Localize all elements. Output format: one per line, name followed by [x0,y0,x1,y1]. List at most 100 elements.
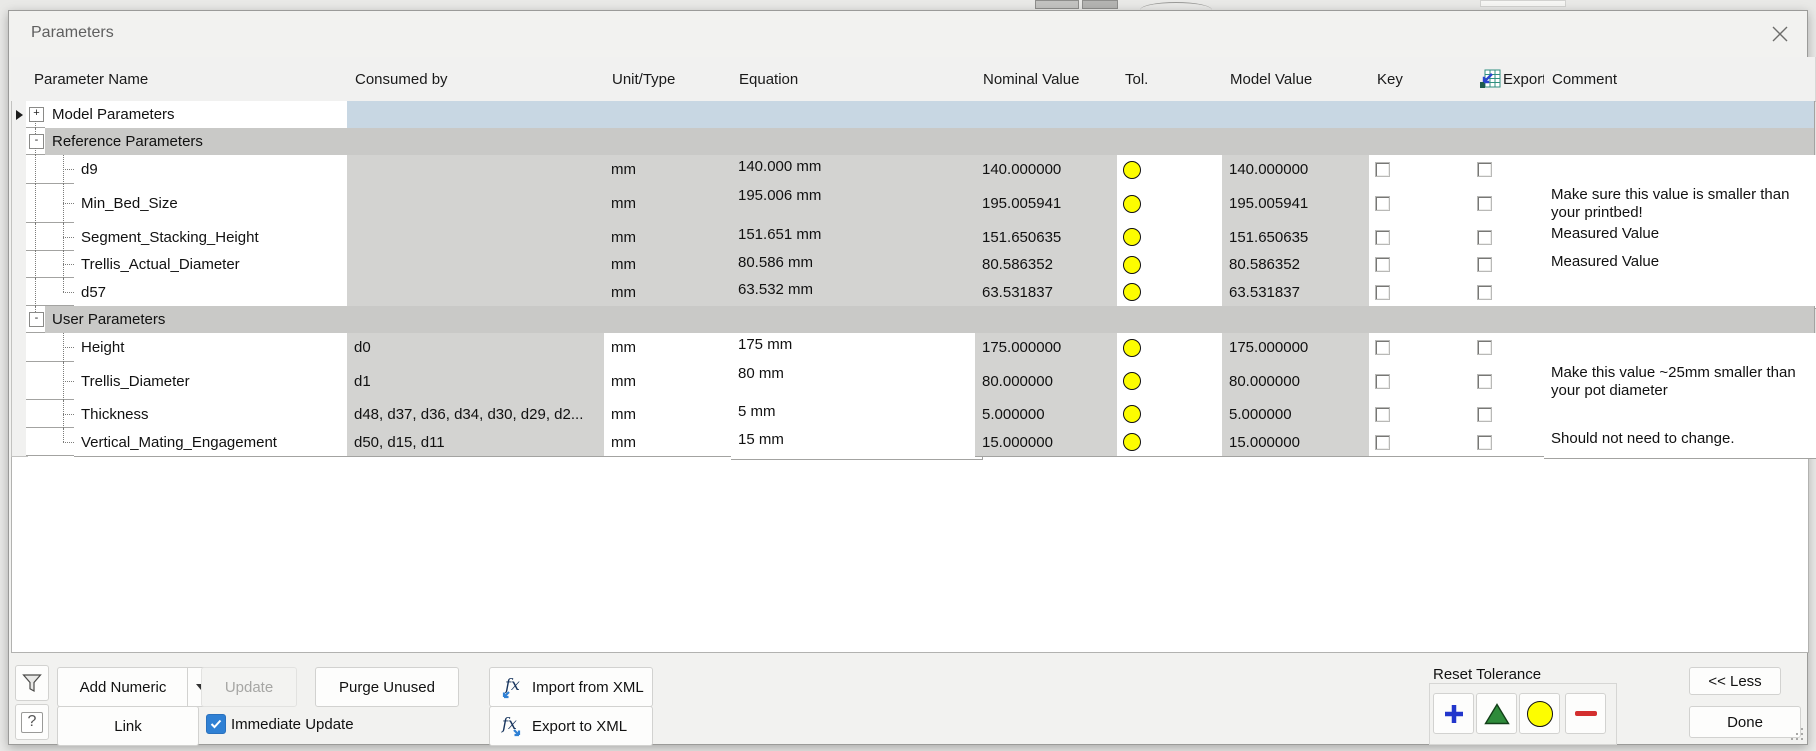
column-header-key[interactable]: Key [1369,57,1480,102]
unit-cell[interactable]: mm [604,362,739,401]
export-checkbox[interactable] [1477,196,1492,211]
key-cell[interactable] [1369,184,1479,224]
resize-grip[interactable] [1791,728,1803,740]
export-checkbox[interactable] [1477,162,1492,177]
key-cell[interactable] [1369,278,1479,307]
dialog-titlebar[interactable]: Parameters [9,11,1807,57]
key-checkbox[interactable] [1375,340,1390,355]
comment-cell[interactable] [1544,400,1816,431]
column-header-equation[interactable]: Equation [731,57,984,102]
add-numeric-button[interactable]: Add Numeric [57,667,215,707]
column-header-consumed[interactable]: Consumed by [347,57,613,102]
export-to-xml-button[interactable]: fx Export to XML [489,706,653,746]
tolerance-nominal-icon[interactable] [1123,339,1141,357]
export-checkbox[interactable] [1477,257,1492,272]
section-row-name[interactable]: User Parameters [45,306,355,334]
key-checkbox[interactable] [1375,162,1390,177]
column-header-tol[interactable]: Tol. [1117,57,1231,102]
import-from-xml-button[interactable]: fx Import from XML [489,667,653,707]
comment-cell[interactable]: Measured Value [1544,223,1816,254]
tol-cell[interactable] [1117,400,1230,429]
key-checkbox[interactable] [1375,374,1390,389]
comment-cell[interactable]: Make this value ~25mm smaller than your … [1544,362,1816,403]
tolerance-nominal-icon[interactable] [1123,372,1141,390]
export-cell[interactable] [1471,278,1552,307]
close-icon[interactable] [1767,21,1793,47]
tol-cell[interactable] [1117,223,1230,252]
parameter-name-cell[interactable]: Height [74,333,355,363]
parameter-name-cell[interactable]: Min_Bed_Size [74,184,355,224]
column-header-unit[interactable]: Unit/Type [604,57,740,102]
tolerance-nominal-icon[interactable] [1123,256,1141,274]
filter-button[interactable] [15,665,49,701]
export-cell[interactable] [1471,400,1552,429]
key-cell[interactable] [1369,400,1479,429]
export-cell[interactable] [1471,223,1552,252]
tol-cell[interactable] [1117,184,1230,224]
reset-tolerance-plus-button[interactable] [1433,693,1474,734]
section-row-name[interactable]: Reference Parameters [45,128,355,156]
comment-cell[interactable]: Should not need to change. [1544,428,1816,459]
export-cell[interactable] [1471,184,1552,224]
parameter-name-cell[interactable]: d57 [74,278,355,307]
key-checkbox[interactable] [1375,257,1390,272]
export-cell[interactable] [1471,155,1552,185]
export-cell[interactable] [1471,251,1552,279]
export-cell[interactable] [1471,362,1552,401]
less-button[interactable]: << Less [1689,667,1781,695]
export-cell[interactable] [1471,333,1552,363]
parameter-name-cell[interactable]: Vertical_Mating_Engagement [74,428,355,457]
tol-cell[interactable] [1117,362,1230,401]
export-checkbox[interactable] [1477,340,1492,355]
column-header-export[interactable]: Export [1471,57,1553,102]
comment-cell[interactable]: Make sure this value is smaller than you… [1544,184,1816,226]
key-cell[interactable] [1369,428,1479,457]
reset-tolerance-upper-button[interactable] [1476,693,1517,734]
column-header-nominal[interactable]: Nominal Value [975,57,1126,102]
key-cell[interactable] [1369,362,1479,401]
export-checkbox[interactable] [1477,374,1492,389]
export-checkbox[interactable] [1477,285,1492,300]
help-button[interactable]: ? [15,704,49,740]
parameter-name-cell[interactable]: Trellis_Diameter [74,362,355,401]
export-checkbox[interactable] [1477,407,1492,422]
export-cell[interactable] [1471,428,1552,457]
column-header-comment[interactable]: Comment [1544,57,1816,102]
tolerance-nominal-icon[interactable] [1123,433,1141,451]
key-checkbox[interactable] [1375,196,1390,211]
key-checkbox[interactable] [1375,407,1390,422]
parameter-name-cell[interactable]: Segment_Stacking_Height [74,223,355,252]
collapse-icon[interactable]: - [29,312,44,327]
tolerance-nominal-icon[interactable] [1123,161,1141,179]
parameter-name-cell[interactable]: Trellis_Actual_Diameter [74,251,355,279]
key-cell[interactable] [1369,333,1479,363]
tol-cell[interactable] [1117,333,1230,363]
purge-unused-button[interactable]: Purge Unused [315,667,459,707]
key-checkbox[interactable] [1375,285,1390,300]
tolerance-nominal-icon[interactable] [1123,405,1141,423]
key-cell[interactable] [1369,223,1479,252]
reset-tolerance-nominal-button[interactable] [1519,693,1560,734]
section-row-name[interactable]: Model Parameters [45,101,355,129]
column-header-name[interactable]: Parameter Name [26,57,356,102]
comment-cell[interactable]: Measured Value [1544,251,1816,281]
parameter-name-cell[interactable]: d9 [74,155,355,185]
comment-cell[interactable] [1544,155,1816,187]
parameter-name-cell[interactable]: Thickness [74,400,355,429]
done-button[interactable]: Done [1689,706,1801,738]
link-button[interactable]: Link [57,706,199,746]
export-checkbox[interactable] [1477,230,1492,245]
reset-tolerance-minus-button[interactable] [1565,693,1606,734]
update-button[interactable]: Update [201,667,297,707]
tolerance-nominal-icon[interactable] [1123,228,1141,246]
unit-cell[interactable]: mm [604,428,739,457]
key-cell[interactable] [1369,251,1479,279]
key-cell[interactable] [1369,155,1479,185]
expand-icon[interactable]: + [29,107,44,122]
tolerance-nominal-icon[interactable] [1123,283,1141,301]
collapse-icon[interactable]: - [29,134,44,149]
column-header-model[interactable]: Model Value [1222,57,1378,102]
tolerance-nominal-icon[interactable] [1123,195,1141,213]
equation-cell[interactable]: 80 mm [731,362,983,404]
tol-cell[interactable] [1117,251,1230,279]
